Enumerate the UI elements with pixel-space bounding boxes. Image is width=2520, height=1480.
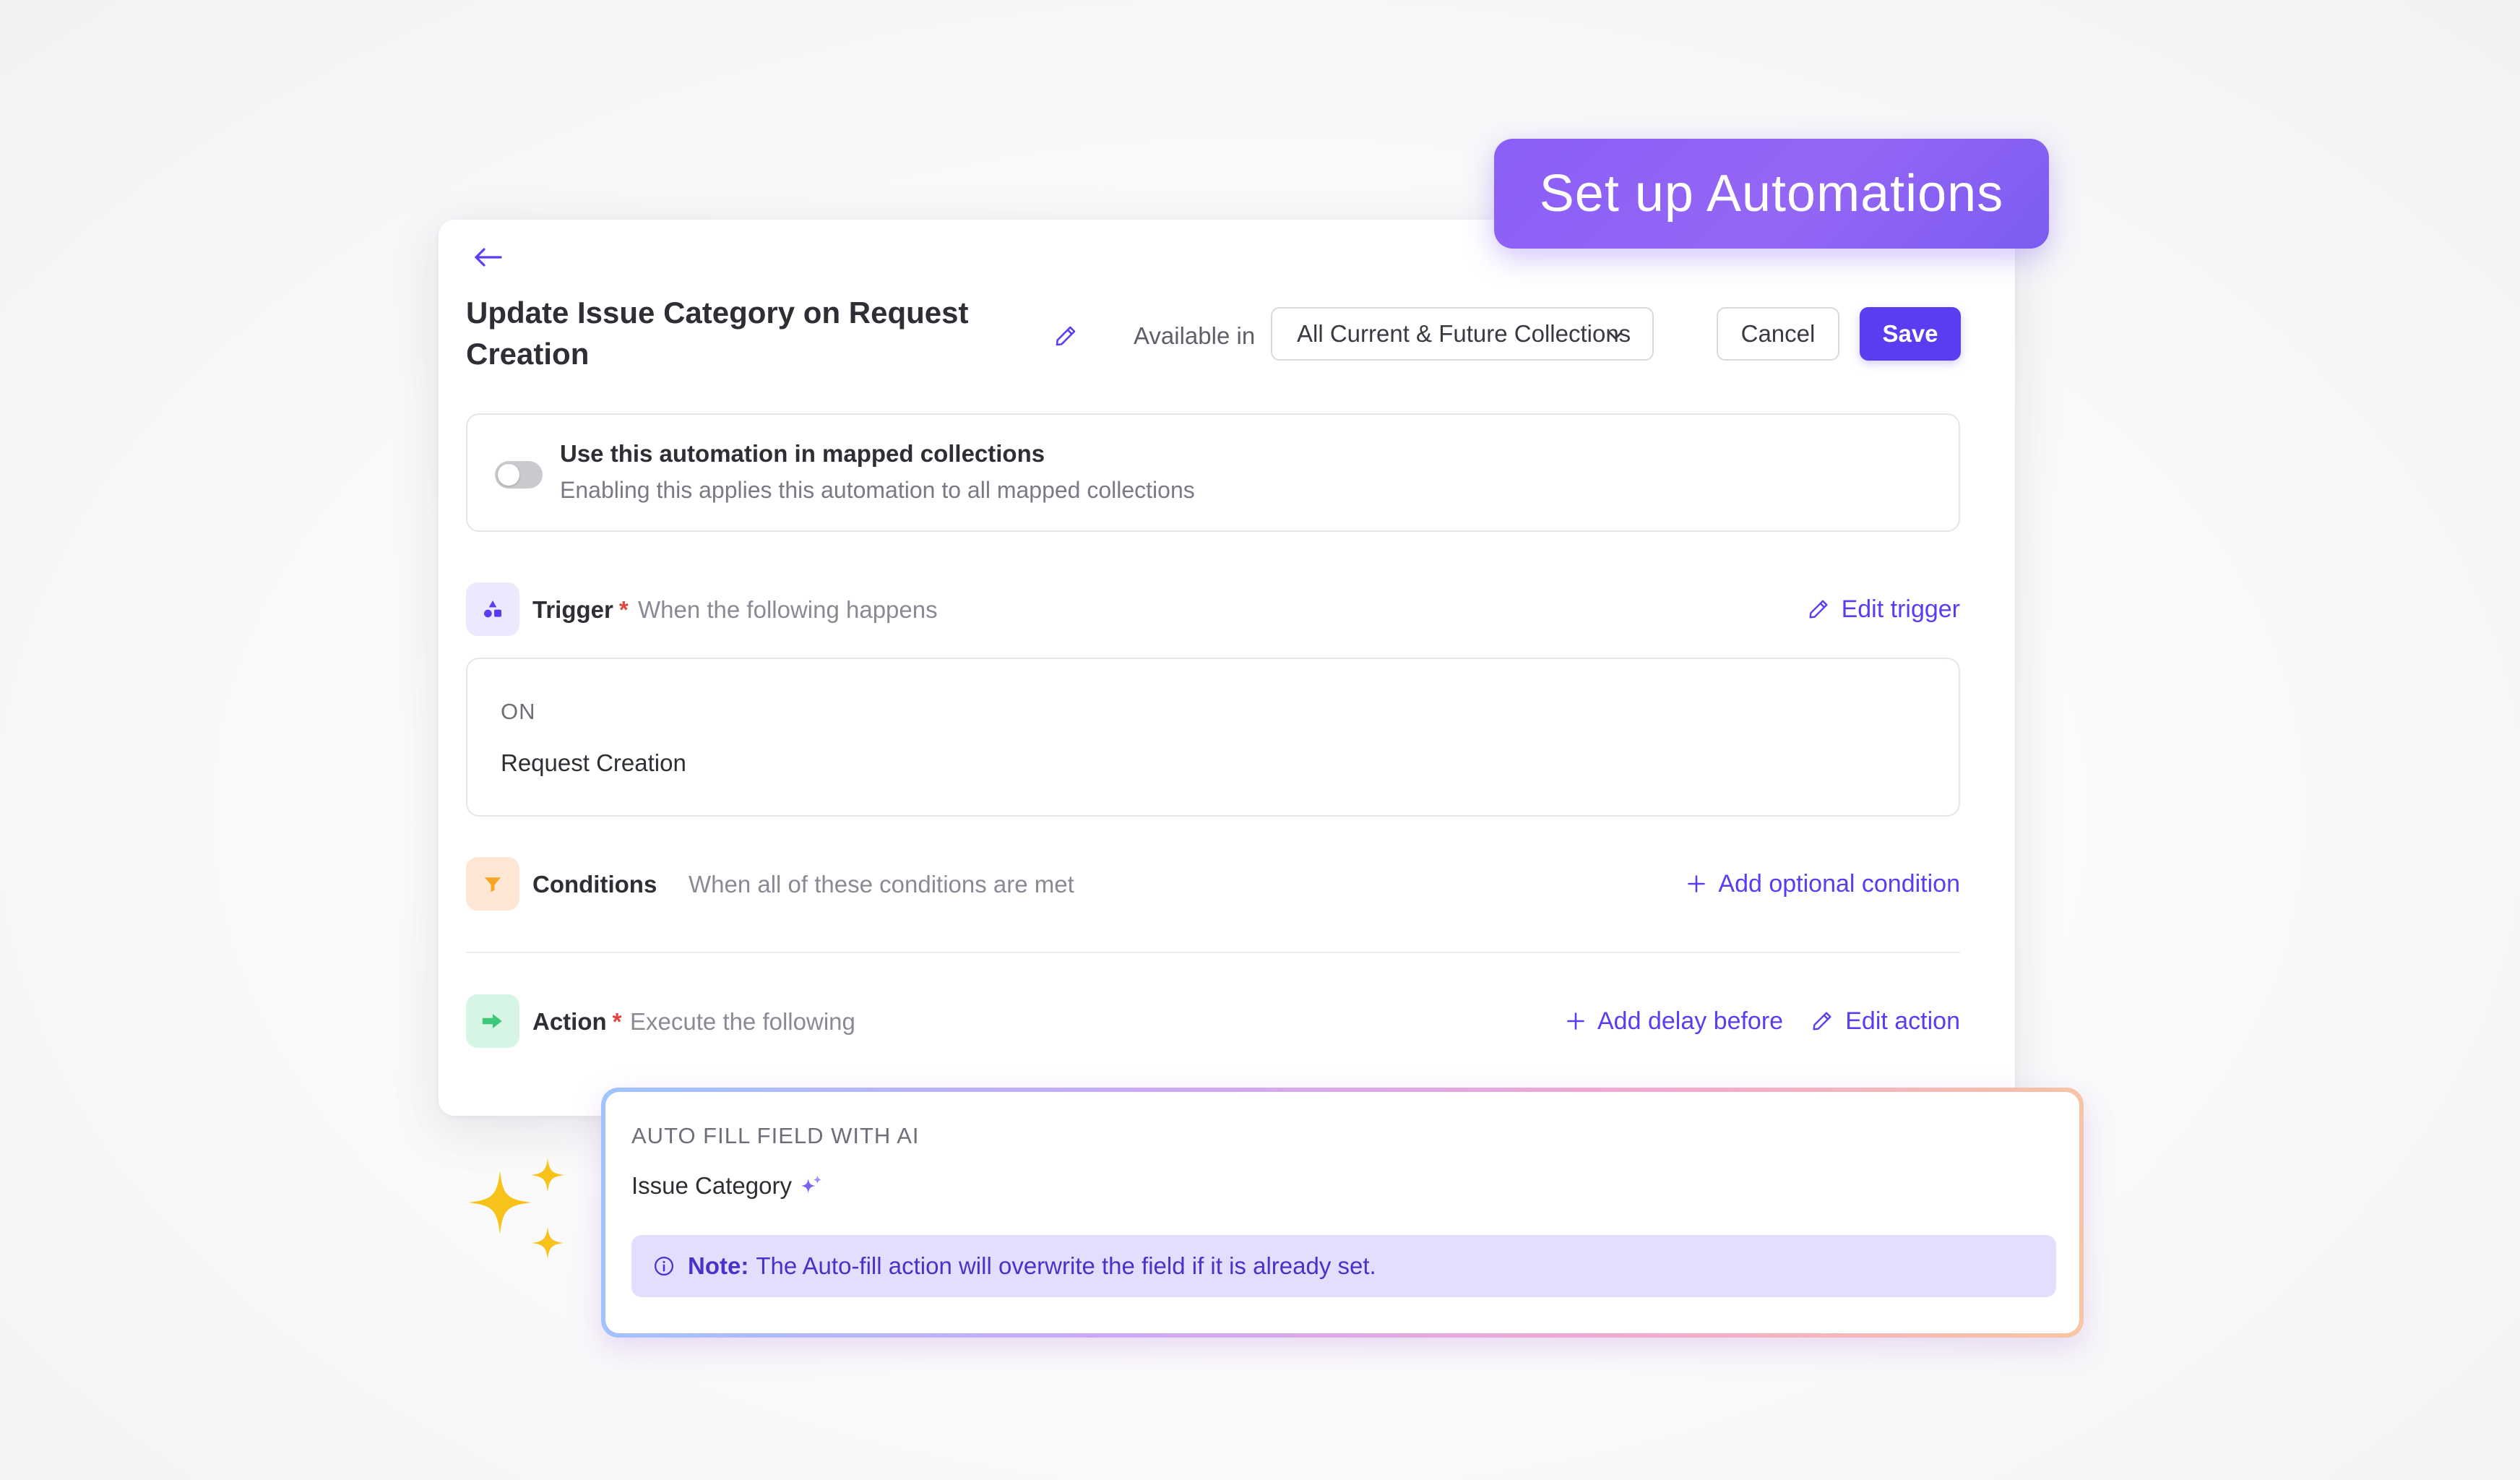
collections-dropdown[interactable]: All Current & Future Collections	[1271, 307, 1654, 361]
pencil-icon	[1056, 326, 1076, 346]
section-divider	[466, 952, 1960, 953]
save-button[interactable]: Save	[1860, 307, 1961, 361]
back-button[interactable]	[466, 236, 509, 279]
trigger-on-label: ON	[501, 699, 536, 724]
set-up-automations-pill: Set up Automations	[1494, 139, 2049, 249]
note-text: The Auto-fill action will overwrite the …	[756, 1252, 1376, 1279]
action-type-label: AUTO FILL FIELD WITH AI	[631, 1123, 920, 1148]
target-field: Issue Category	[631, 1170, 824, 1202]
conditions-label: Conditions	[532, 871, 657, 898]
required-mark: *	[618, 596, 629, 623]
edit-action-link[interactable]: Edit action	[1811, 1004, 1960, 1038]
automation-editor-card: Update Issue Category on Request Creatio…	[439, 220, 2015, 1116]
available-in-label: Available in	[1134, 322, 1256, 349]
automation-title: Update Issue Category on Request Creatio…	[466, 296, 969, 371]
cancel-button[interactable]: Cancel	[1717, 307, 1839, 361]
mapped-collections-panel: Use this automation in mapped collection…	[466, 413, 1960, 532]
mapped-collections-description: Enabling this applies this automation to…	[560, 477, 1195, 503]
funnel-icon	[466, 857, 519, 911]
action-label: Action *	[532, 1008, 622, 1035]
sparkles-icon	[468, 1158, 565, 1259]
conditions-section-header: Conditions When all of these conditions …	[466, 857, 1960, 912]
collections-dropdown-value: All Current & Future Collections	[1297, 320, 1631, 347]
required-mark: *	[612, 1008, 622, 1035]
pencil-icon	[1813, 1012, 1831, 1031]
chevron-down-icon	[1609, 332, 1622, 340]
mapped-collections-title: Use this automation in mapped collection…	[560, 440, 1045, 467]
trigger-card[interactable]: ON Request Creation	[466, 658, 1960, 817]
mapped-collections-toggle[interactable]	[495, 461, 543, 489]
trigger-event: Request Creation	[501, 749, 686, 776]
arrow-left-icon	[475, 248, 502, 267]
trigger-section-header: Trigger * When the following happens Edit…	[466, 582, 1960, 637]
toggle-knob	[498, 464, 519, 486]
plus-icon	[1688, 875, 1706, 892]
conditions-description: When all of these conditions are met	[689, 871, 1074, 898]
arrow-right-icon	[466, 994, 519, 1048]
overwrite-note-banner: Note: The Auto-fill action will overwrit…	[631, 1235, 2056, 1297]
edit-trigger-link[interactable]: Edit trigger	[1807, 593, 1960, 626]
edit-title-button[interactable]	[1044, 314, 1087, 358]
add-optional-condition-link[interactable]: Add optional condition	[1686, 867, 1960, 900]
action-description: Execute the following	[630, 1008, 855, 1035]
action-section-header: Action * Execute the following Add delay …	[466, 994, 1960, 1049]
trigger-label: Trigger *	[532, 596, 629, 623]
auto-fill-action-card[interactable]: AUTO FILL FIELD WITH AI Issue Category N…	[601, 1088, 2084, 1338]
pencil-icon	[1809, 600, 1828, 619]
trigger-description: When the following happens	[638, 596, 938, 623]
note-label: Note:	[688, 1252, 749, 1279]
add-delay-before-link[interactable]: Add delay before	[1566, 1004, 1783, 1038]
sparkle-icon	[801, 1175, 822, 1193]
auto-fill-action-card-body: AUTO FILL FIELD WITH AI Issue Category N…	[605, 1092, 2079, 1333]
target-field-name: Issue Category	[631, 1172, 792, 1199]
plus-icon	[1567, 1012, 1584, 1030]
shapes-icon	[466, 582, 519, 636]
info-icon	[655, 1257, 673, 1275]
